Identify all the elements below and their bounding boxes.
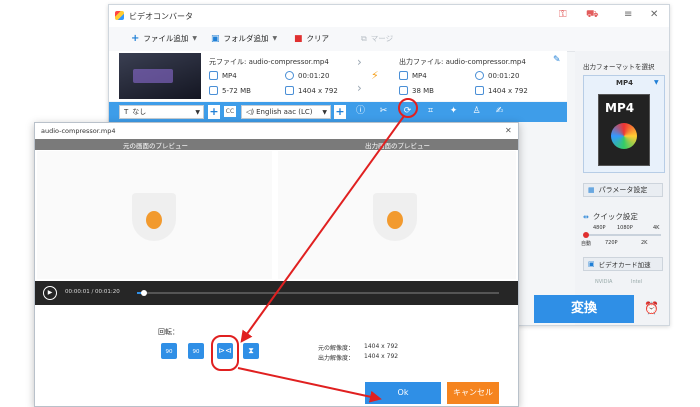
flip-button-highlight xyxy=(211,335,239,371)
arrow-to-flip-button xyxy=(240,115,405,343)
rotate-tool-highlight xyxy=(398,98,418,118)
annotation-overlay xyxy=(211,98,418,403)
arrow-to-ok-button xyxy=(237,367,382,403)
